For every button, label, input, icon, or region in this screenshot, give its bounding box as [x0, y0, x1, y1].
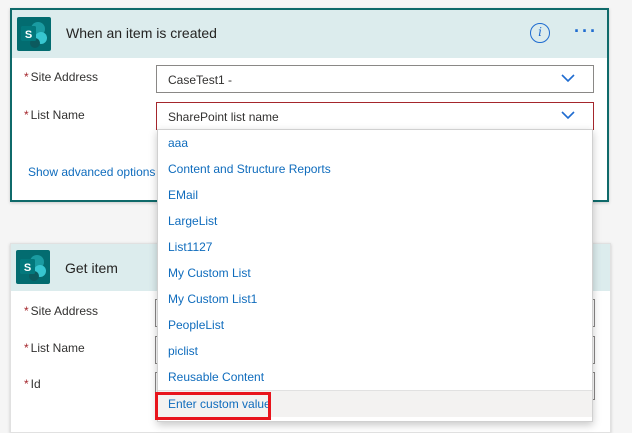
- chevron-down-icon: [561, 74, 575, 83]
- chevron-down-icon: [561, 111, 575, 120]
- get-item-id-label: * Id: [24, 377, 41, 391]
- list-option[interactable]: My Custom List1: [158, 286, 592, 312]
- get-item-list-name-label: * List Name: [24, 341, 85, 355]
- list-option[interactable]: List1127: [158, 234, 592, 260]
- info-icon[interactable]: i: [530, 23, 550, 43]
- site-address-value: CaseTest1 -: [168, 73, 233, 87]
- sharepoint-icon: S: [17, 17, 51, 51]
- list-option[interactable]: LargeList: [158, 208, 592, 234]
- sharepoint-icon: S: [16, 250, 50, 284]
- svg-text:S: S: [25, 29, 32, 41]
- show-advanced-options-link[interactable]: Show advanced options: [28, 165, 155, 179]
- list-option[interactable]: Reusable Content: [158, 364, 592, 390]
- list-option[interactable]: Content and Structure Reports: [158, 156, 592, 182]
- site-address-dropdown[interactable]: CaseTest1 -: [156, 65, 594, 93]
- action-card-title: Get item: [65, 260, 118, 276]
- site-address-label: * Site Address: [24, 70, 99, 84]
- list-option[interactable]: piclist: [158, 338, 592, 364]
- list-option[interactable]: aaa: [158, 130, 592, 156]
- list-option[interactable]: EMail: [158, 182, 592, 208]
- trigger-card-title: When an item is created: [66, 25, 217, 41]
- list-option[interactable]: PeopleList: [158, 312, 592, 338]
- more-options-icon[interactable]: ···: [574, 22, 598, 40]
- list-name-placeholder: SharePoint list name: [168, 110, 279, 124]
- list-option[interactable]: My Custom List: [158, 260, 592, 286]
- highlight-annotation: [155, 392, 271, 420]
- list-name-options: aaa Content and Structure Reports EMail …: [157, 129, 593, 422]
- get-item-site-address-label: * Site Address: [24, 304, 99, 318]
- list-name-dropdown[interactable]: SharePoint list name: [156, 102, 594, 130]
- svg-text:S: S: [24, 262, 31, 274]
- list-name-label: * List Name: [24, 108, 85, 122]
- trigger-card-header[interactable]: S When an item is created i ···: [12, 10, 607, 58]
